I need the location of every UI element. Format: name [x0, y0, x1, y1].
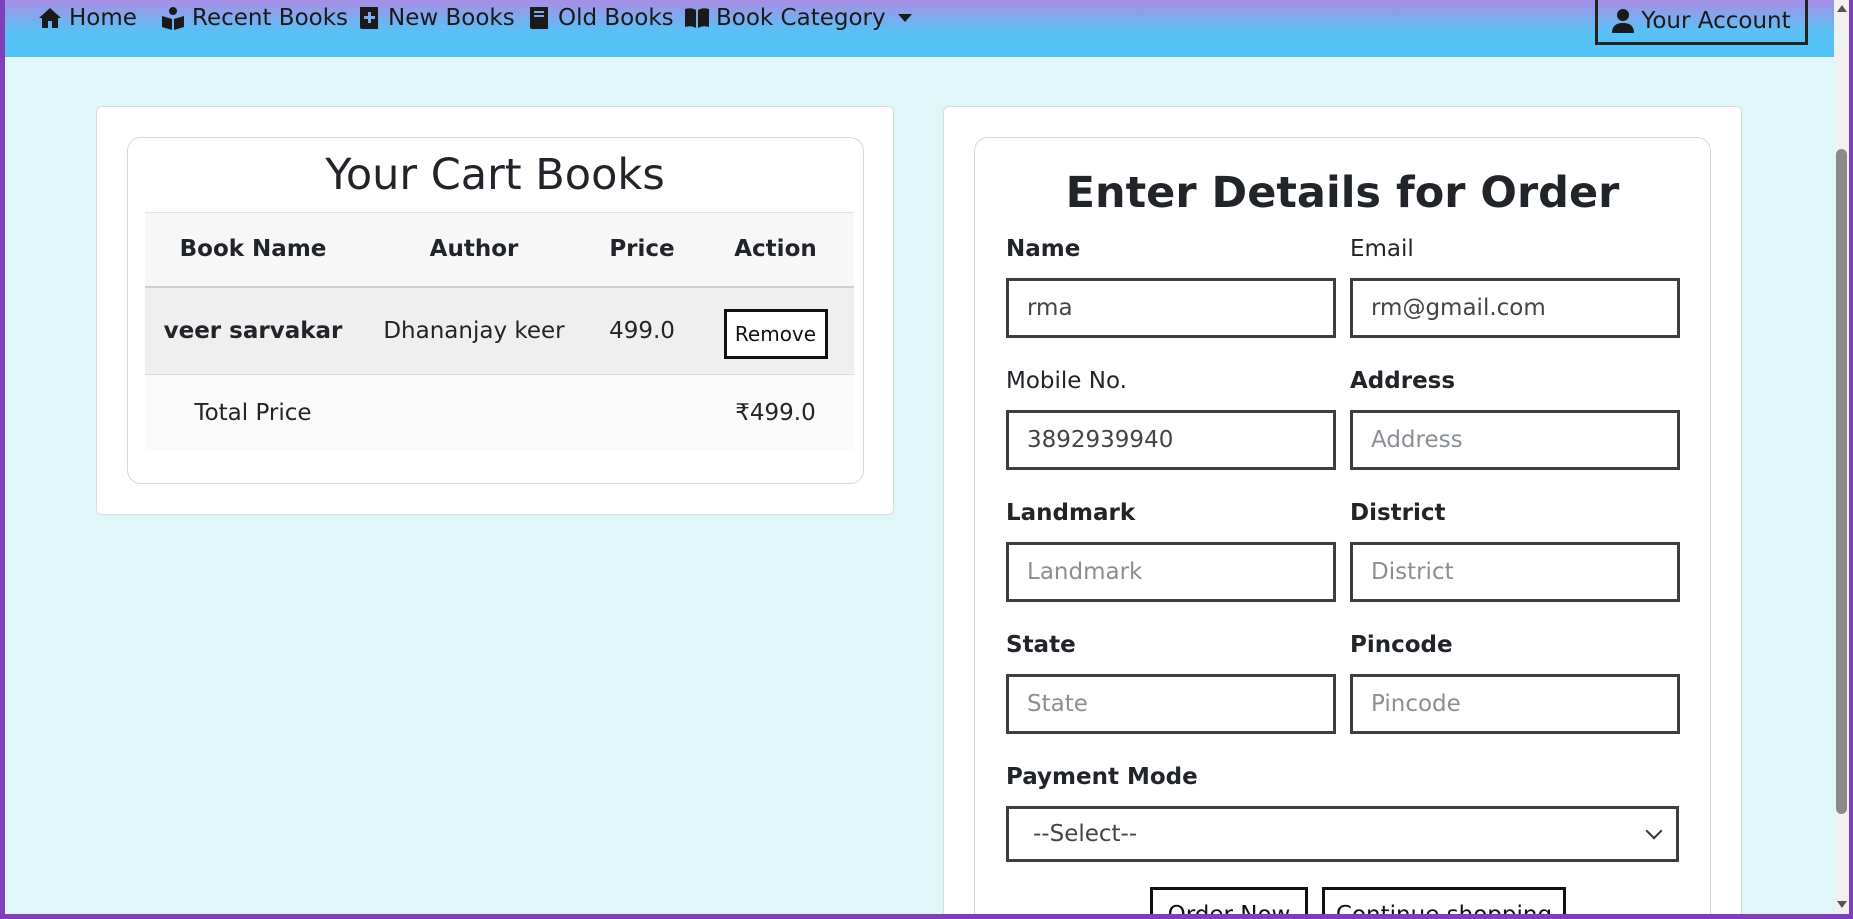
nav-new-books[interactable]: New Books	[357, 0, 515, 36]
scroll-down-icon[interactable]	[1837, 901, 1847, 908]
name-field[interactable]	[1006, 278, 1336, 338]
cart-table: Book Name Author Price Action veer sarva…	[145, 212, 854, 451]
order-now-button[interactable]: Order Now	[1150, 887, 1308, 914]
email-field[interactable]	[1350, 278, 1680, 338]
mobile-field[interactable]	[1006, 410, 1336, 470]
name-label: Name	[1006, 236, 1081, 262]
mobile-label: Mobile No.	[1006, 368, 1127, 394]
user-icon	[1612, 8, 1635, 33]
nav-recent-label: Recent Books	[192, 5, 349, 31]
your-account-button[interactable]: Your Account	[1595, 0, 1808, 45]
cell-author: Dhananjay keer	[361, 286, 587, 375]
remove-button[interactable]: Remove	[723, 308, 828, 359]
total-label: Total Price	[145, 374, 361, 451]
pincode-label: Pincode	[1350, 632, 1453, 658]
address-field[interactable]	[1350, 410, 1680, 470]
continue-shopping-button[interactable]: Continue shopping	[1322, 887, 1566, 914]
state-field[interactable]	[1006, 674, 1336, 734]
district-label: District	[1350, 500, 1446, 526]
scrollbar-thumb[interactable]	[1836, 149, 1847, 814]
scroll-up-icon[interactable]	[1837, 5, 1847, 12]
col-author: Author	[361, 212, 587, 288]
email-label: Email	[1350, 236, 1414, 262]
page-viewport: Home Recent Books New Books Old Books Bo…	[5, 0, 1834, 914]
open-book-icon	[685, 8, 709, 28]
payment-mode-select[interactable]: --Select--	[1006, 806, 1679, 862]
cell-book-name: veer sarvakar	[145, 286, 361, 375]
nav-home-label: Home	[69, 5, 137, 31]
total-value: ₹499.0	[697, 374, 854, 451]
chevron-down-icon	[1645, 822, 1663, 840]
col-book-name: Book Name	[145, 212, 361, 288]
order-title: Enter Details for Order	[1065, 168, 1620, 218]
total-empty-2	[587, 374, 697, 451]
account-label: Your Account	[1641, 7, 1791, 34]
cart-title: Your Cart Books	[325, 150, 665, 200]
payment-mode-selected: --Select--	[1033, 821, 1138, 847]
book-reader-icon	[162, 7, 184, 30]
nav-category-label: Book Category	[716, 5, 886, 31]
address-label: Address	[1350, 368, 1456, 394]
cell-price: 499.0	[587, 286, 697, 375]
nav-home[interactable]: Home	[38, 0, 137, 36]
table-row: veer sarvakar Dhananjay keer 499.0 Remov…	[145, 286, 854, 375]
pincode-field[interactable]	[1350, 674, 1680, 734]
nav-recent-books[interactable]: Recent Books	[161, 0, 348, 36]
cell-action: Remove	[697, 286, 854, 375]
landmark-label: Landmark	[1006, 500, 1136, 526]
total-empty-1	[361, 374, 587, 451]
nav-new-label: New Books	[388, 5, 515, 31]
home-icon	[39, 8, 61, 28]
nav-old-books[interactable]: Old Books	[527, 0, 674, 36]
book-icon	[530, 7, 548, 29]
col-price: Price	[587, 212, 697, 288]
nav-old-label: Old Books	[558, 5, 674, 31]
total-row: Total Price ₹499.0	[145, 374, 854, 451]
book-plus-icon	[360, 7, 378, 29]
state-label: State	[1006, 632, 1076, 658]
district-field[interactable]	[1350, 542, 1680, 602]
navbar: Home Recent Books New Books Old Books Bo…	[5, 0, 1834, 57]
landmark-field[interactable]	[1006, 542, 1336, 602]
col-action: Action	[697, 212, 854, 288]
nav-book-category[interactable]: Book Category	[685, 0, 912, 36]
cart-header-row: Book Name Author Price Action	[145, 212, 854, 288]
caret-down-icon	[897, 14, 912, 22]
payment-mode-label: Payment Mode	[1006, 764, 1198, 790]
